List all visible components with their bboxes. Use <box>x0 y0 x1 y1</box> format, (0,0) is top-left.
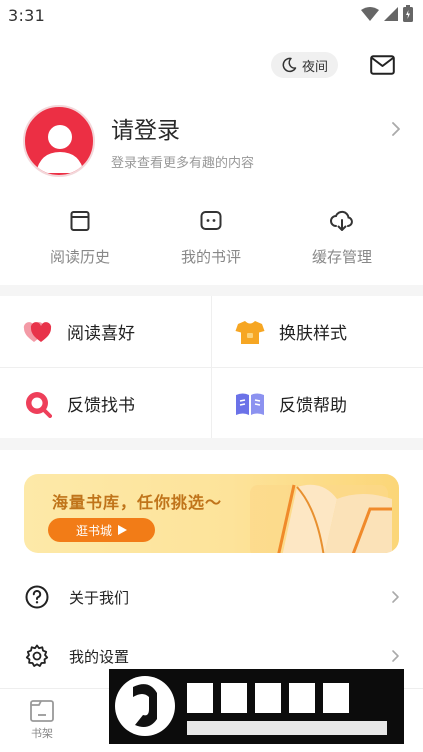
battery-icon <box>403 4 413 26</box>
quick-action-label: 阅读历史 <box>49 248 110 266</box>
quick-action-label: 我的书评 <box>180 248 241 266</box>
feature-feedback-find-book[interactable]: 反馈找书 <box>0 368 211 439</box>
login-subtitle: 登录查看更多有趣的内容 <box>111 156 255 171</box>
banner-button-label: 逛书城 <box>75 523 112 538</box>
tab-bookshelf[interactable]: 书架 <box>12 697 72 741</box>
bookshelf-icon <box>29 697 55 723</box>
comment-icon <box>199 209 223 233</box>
list-item-label: 我的设置 <box>69 647 130 666</box>
mail-button[interactable] <box>368 52 396 78</box>
quick-action-cache-manage[interactable]: 缓存管理 <box>282 205 402 267</box>
feature-grid: 阅读喜好 换肤样式 反馈找书 反馈帮助 <box>0 296 423 438</box>
avatar[interactable] <box>23 105 95 177</box>
quick-action-my-reviews[interactable]: 我的书评 <box>151 205 271 267</box>
chevron-right-icon <box>389 647 403 665</box>
book-history-icon <box>68 209 92 233</box>
banner-title: 海量书库，任你挑选～ <box>52 493 223 512</box>
play-triangle-icon <box>118 525 127 535</box>
tab-label: 书架 <box>31 727 53 740</box>
question-circle-icon <box>24 584 50 610</box>
search-feedback-icon <box>23 389 53 419</box>
user-avatar-icon <box>25 125 93 175</box>
feature-feedback-help[interactable]: 反馈帮助 <box>212 368 423 439</box>
status-time: 3:31 <box>8 5 46 25</box>
browse-bookstore-button[interactable]: 逛书城 <box>48 518 155 542</box>
feature-label: 阅读喜好 <box>67 324 135 344</box>
moon-icon <box>281 57 297 73</box>
tshirt-icon <box>235 317 265 347</box>
feature-skin-style[interactable]: 换肤样式 <box>212 296 423 367</box>
wifi-icon <box>361 6 379 25</box>
feature-label: 反馈找书 <box>67 396 135 416</box>
section-divider <box>0 285 423 296</box>
night-mode-button[interactable]: 夜间 <box>271 52 338 78</box>
open-book-illustration <box>242 479 392 553</box>
mail-icon <box>369 55 395 75</box>
feature-reading-preference[interactable]: 阅读喜好 <box>0 296 211 367</box>
status-icons <box>361 4 413 26</box>
hearts-icon <box>23 317 53 347</box>
feature-label: 反馈帮助 <box>279 396 347 416</box>
open-book-icon <box>235 389 265 419</box>
cloud-download-icon <box>330 209 354 233</box>
quick-action-reading-history[interactable]: 阅读历史 <box>20 205 140 267</box>
quick-actions: 阅读历史 我的书评 缓存管理 <box>0 205 423 275</box>
list-item-label: 关于我们 <box>69 588 130 607</box>
chevron-right-icon <box>389 588 403 606</box>
night-mode-label: 夜间 <box>301 59 328 75</box>
login-title[interactable]: 请登录 <box>111 111 180 145</box>
chevron-right-icon[interactable] <box>388 120 404 138</box>
section-divider <box>0 438 423 450</box>
feature-label: 换肤样式 <box>279 324 347 344</box>
quick-action-label: 缓存管理 <box>311 248 372 266</box>
bookstore-banner[interactable]: 海量书库，任你挑选～ 逛书城 <box>24 474 399 553</box>
settings-gear-icon <box>24 643 50 669</box>
status-bar: 3:31 <box>0 0 423 30</box>
watermark-logo <box>109 669 404 744</box>
signal-icon <box>384 6 398 25</box>
list-item-about-us[interactable]: 关于我们 <box>0 568 423 626</box>
